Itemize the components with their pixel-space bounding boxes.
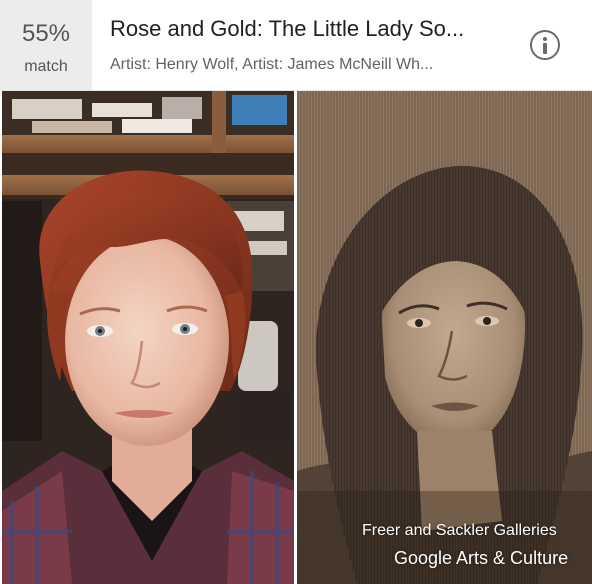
credit-platform[interactable]: Google Arts & Culture <box>394 548 584 569</box>
result-header: 55% match Rose and Gold: The Little Lady… <box>0 0 592 91</box>
match-percent: 55% <box>21 20 71 47</box>
artwork-artists: Artist: Henry Wolf, Artist: James McNeil… <box>110 56 434 73</box>
info-icon-bar <box>543 43 547 54</box>
match-label: match <box>24 58 68 75</box>
portrait-illustration <box>297 91 592 584</box>
credit-institution[interactable]: Freer and Sackler Galleries <box>362 522 582 540</box>
artwork-title[interactable]: Rose and Gold: The Little Lady So... <box>110 16 510 42</box>
selfie-illustration <box>2 91 294 584</box>
engraved-portrait <box>297 91 592 584</box>
info-icon[interactable] <box>530 30 560 60</box>
selfie-photo <box>2 91 294 584</box>
info-icon-dot <box>543 37 547 41</box>
match-score-box: 55% match <box>0 0 92 90</box>
